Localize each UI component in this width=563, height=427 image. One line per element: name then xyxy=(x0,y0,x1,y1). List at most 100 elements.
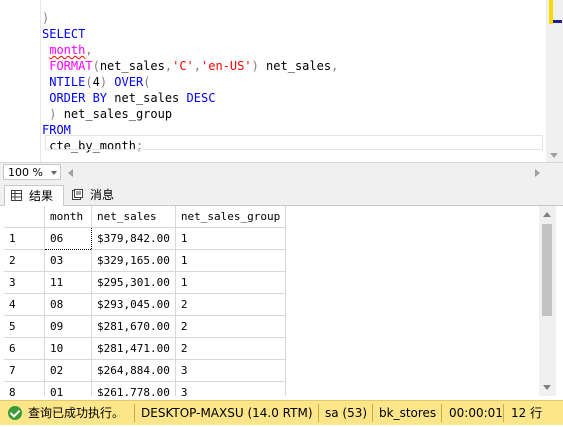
code-line[interactable]: NTILE(4) OVER( xyxy=(42,74,338,90)
grid-vertical-scrollbar[interactable] xyxy=(539,206,556,396)
cell-net-sales-group[interactable]: 3 xyxy=(175,359,287,382)
cell-net-sales[interactable]: $261,778.00 xyxy=(91,381,176,396)
cell-net-sales[interactable]: $329,165.00 xyxy=(91,249,176,272)
cell-net-sales-group[interactable]: 2 xyxy=(175,293,287,316)
table-row[interactable]: 7 02 $264,884.00 3 xyxy=(4,359,287,382)
cell-month[interactable]: 01 xyxy=(44,381,92,396)
table-row[interactable]: 8 01 $261,778.00 3 xyxy=(4,381,287,396)
row-number-cell[interactable]: 8 xyxy=(4,381,45,396)
results-tab-strip: 结果 消息 xyxy=(0,183,563,206)
status-message: 查询已成功执行。 xyxy=(28,406,125,420)
code-token: DESC xyxy=(186,91,216,105)
code-token: OVER xyxy=(114,75,144,89)
status-row-count: 12 行 xyxy=(511,406,543,420)
cell-net-sales-group[interactable]: 1 xyxy=(175,227,287,250)
cell-net-sales-group[interactable]: 3 xyxy=(175,381,287,396)
code-token: , xyxy=(85,43,93,57)
status-divider xyxy=(372,404,373,422)
table-row[interactable]: 4 08 $293,045.00 2 xyxy=(4,293,287,316)
status-user: sa (53) xyxy=(325,406,368,420)
zoom-select[interactable]: 100 % xyxy=(3,164,61,180)
row-number-cell[interactable]: 4 xyxy=(4,293,45,316)
cell-net-sales[interactable]: $264,884.00 xyxy=(91,359,176,382)
cell-month[interactable]: 02 xyxy=(44,359,92,382)
cell-net-sales-group[interactable]: 1 xyxy=(175,271,287,294)
code-line[interactable]: ) net_sales_group xyxy=(42,106,338,122)
column-header-month[interactable]: month xyxy=(44,206,92,228)
tab-results[interactable]: 结果 xyxy=(4,185,64,206)
cell-net-sales-group[interactable]: 2 xyxy=(175,337,287,360)
query-editor[interactable]: ) SELECT month, FORMAT(net_sales,'C','en-… xyxy=(0,0,563,162)
editor-gutter-divider xyxy=(40,0,41,162)
code-line[interactable]: ORDER BY net_sales DESC xyxy=(42,90,338,106)
code-token: 4 xyxy=(92,75,100,89)
scroll-left-arrow-icon[interactable] xyxy=(68,169,73,177)
code-line[interactable]: ) xyxy=(42,10,338,26)
header-row: month net_sales net_sales_group xyxy=(4,206,287,228)
scrollbar-thumb[interactable] xyxy=(542,224,552,316)
code-line[interactable] xyxy=(42,0,338,10)
code-line[interactable]: FORMAT(net_sales,'C','en-US') net_sales, xyxy=(42,58,338,74)
cell-month[interactable]: 06 xyxy=(44,227,92,250)
code-token: month xyxy=(49,43,86,57)
column-header-net-sales-group[interactable]: net_sales_group xyxy=(175,206,287,228)
row-number-cell[interactable]: 3 xyxy=(4,271,45,294)
scroll-up-arrow-icon[interactable] xyxy=(543,212,551,217)
cell-net-sales-group[interactable]: 1 xyxy=(175,249,287,272)
cell-month[interactable]: 10 xyxy=(44,337,92,360)
code-token: net_sales xyxy=(99,59,165,73)
cell-month[interactable]: 03 xyxy=(44,249,92,272)
code-token: , xyxy=(331,59,339,73)
results-grid[interactable]: month net_sales net_sales_group 1 06 $379,… xyxy=(4,206,542,396)
table-row[interactable]: 2 03 $329,165.00 1 xyxy=(4,249,287,272)
status-elapsed: 00:00:01 xyxy=(449,406,503,420)
code-token: , xyxy=(164,59,173,73)
cell-net-sales[interactable]: $281,471.00 xyxy=(91,337,176,360)
code-token: ( xyxy=(92,59,100,73)
cell-net-sales-group[interactable]: 2 xyxy=(175,315,287,338)
code-token: net_sales_group xyxy=(56,107,173,121)
column-header-net-sales[interactable]: net_sales xyxy=(91,206,176,228)
status-bar: 查询已成功执行。 DESKTOP-MAXSU (14.0 RTM) sa (53… xyxy=(0,400,563,425)
cell-month[interactable]: 08 xyxy=(44,293,92,316)
code-token: net_sales xyxy=(107,91,187,105)
row-number-cell[interactable]: 1 xyxy=(4,227,45,250)
code-line[interactable]: month, xyxy=(42,42,338,58)
table-row[interactable]: 1 06 $379,842.00 1 xyxy=(4,227,287,250)
status-divider xyxy=(503,404,504,422)
table-row[interactable]: 3 11 $295,301.00 1 xyxy=(4,271,287,294)
success-check-icon xyxy=(8,406,22,420)
cell-month[interactable]: 09 xyxy=(44,315,92,338)
scroll-right-arrow-icon[interactable] xyxy=(535,169,540,177)
status-divider xyxy=(441,404,442,422)
code-token: 'en-US' xyxy=(201,59,252,73)
chevron-down-icon[interactable] xyxy=(51,171,57,175)
row-number-cell[interactable]: 7 xyxy=(4,359,45,382)
cell-net-sales[interactable]: $379,842.00 xyxy=(91,227,176,250)
cell-month[interactable]: 11 xyxy=(44,271,92,294)
row-number-cell[interactable]: 6 xyxy=(4,337,45,360)
table-row[interactable]: 6 10 $281,471.00 2 xyxy=(4,337,287,360)
row-number-header[interactable] xyxy=(4,206,45,228)
zoom-value: 100 % xyxy=(8,166,43,179)
code-token: ORDER BY xyxy=(49,91,108,105)
row-number-cell[interactable]: 5 xyxy=(4,315,45,338)
status-divider xyxy=(318,404,319,422)
position-marker xyxy=(553,20,562,23)
code-token: FORMAT xyxy=(49,59,93,73)
results-table: month net_sales net_sales_group 1 06 $379,… xyxy=(4,206,287,396)
cell-net-sales[interactable]: $281,670.00 xyxy=(91,315,176,338)
scroll-down-arrow-icon[interactable] xyxy=(550,153,558,158)
row-number-cell[interactable]: 2 xyxy=(4,249,45,272)
editor-vertical-scrollbar[interactable] xyxy=(546,0,563,162)
code-line[interactable]: SELECT xyxy=(42,26,338,42)
code-token: ( xyxy=(85,75,93,89)
cell-net-sales[interactable]: $295,301.00 xyxy=(91,271,176,294)
cell-net-sales[interactable]: $293,045.00 xyxy=(91,293,176,316)
sql-code[interactable]: ) SELECT month, FORMAT(net_sales,'C','en-… xyxy=(42,0,338,154)
table-row[interactable]: 5 09 $281,670.00 2 xyxy=(4,315,287,338)
tab-results-label: 结果 xyxy=(29,189,54,203)
tab-messages[interactable]: 消息 xyxy=(66,185,120,205)
code-token: SELECT xyxy=(42,27,86,41)
scroll-down-arrow-icon[interactable] xyxy=(543,385,551,390)
